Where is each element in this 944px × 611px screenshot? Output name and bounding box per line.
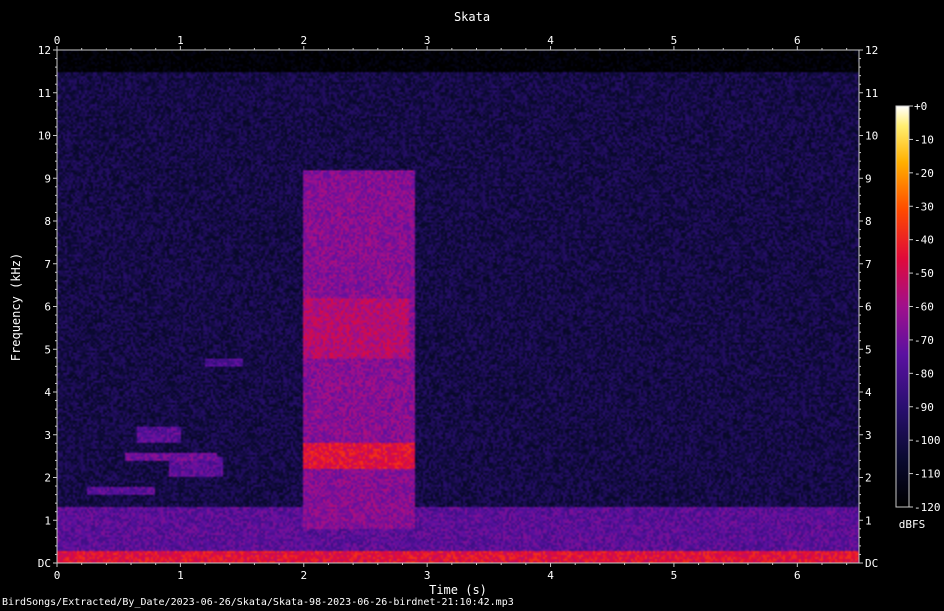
x-tick-label-top: 5 (671, 34, 678, 47)
y-tick-label-right: 9 (865, 172, 872, 185)
colorbar-tick-label: -50 (914, 267, 934, 280)
x-axis-label: Time (s) (429, 583, 487, 597)
y-tick-label: 4 (44, 386, 51, 399)
x-tick-label: 2 (300, 569, 307, 582)
y-tick-label-right: 10 (865, 130, 878, 143)
y-tick-label: 12 (38, 44, 51, 57)
file-path-footer: BirdSongs/Extracted/By_Date/2023-06-26/S… (2, 597, 514, 608)
y-tick-label-right: 12 (865, 44, 878, 57)
colorbar-tick-label: -30 (914, 200, 934, 213)
colorbar-tick-label: -40 (914, 234, 934, 247)
y-axis-left: DC123456789101112 (38, 44, 57, 570)
colorbar-tick-label: -100 (914, 434, 941, 447)
y-tick-label-right: 7 (865, 258, 872, 271)
x-tick-label: 6 (794, 569, 801, 582)
y-tick-label-right: 5 (865, 343, 872, 356)
x-tick-label-top: 1 (177, 34, 184, 47)
y-tick-label: 6 (44, 301, 51, 314)
y-tick-label: 3 (44, 429, 51, 442)
x-tick-label: 4 (547, 569, 554, 582)
y-tick-label: DC (38, 557, 51, 570)
y-tick-label: 9 (44, 172, 51, 185)
x-tick-label: 1 (177, 569, 184, 582)
colorbar-tick-label: -70 (914, 334, 934, 347)
y-tick-label-right: 1 (865, 514, 872, 527)
x-axis-top: 0 1 2 3 4 5 6 (54, 34, 848, 50)
x-tick-label-top: 0 (54, 34, 61, 47)
y-tick-label: 7 (44, 258, 51, 271)
x-tick-label-top: 3 (424, 34, 431, 47)
spectrogram-chart: 0123456 0123456 DC123456789101112 DC1234… (9, 10, 941, 597)
x-axis-bottom: 0 1 2 3 4 5 6 (54, 563, 848, 582)
colorbar-tick-label: -20 (914, 167, 934, 180)
colorbar-tick-label: -120 (914, 501, 941, 514)
x-tick-label-top: 2 (300, 34, 307, 47)
x-tick-label: 0 (54, 569, 61, 582)
colorbar-tick-label: -60 (914, 301, 934, 314)
colorbar-tick-label: -10 (914, 133, 934, 146)
y-axis-right: DC123456789101112 (859, 44, 878, 570)
x-tick-label-top: 4 (547, 34, 554, 47)
x-tick-label: 3 (424, 569, 431, 582)
y-tick-label-right: 8 (865, 215, 872, 228)
chart-title: Skata (454, 10, 490, 24)
colorbar-tick-label: -90 (914, 401, 934, 414)
y-tick-label-right: 3 (865, 429, 872, 442)
colorbar (895, 105, 910, 508)
colorbar-tick-label: +0 (914, 100, 927, 113)
y-tick-label: 1 (44, 514, 51, 527)
y-tick-label-right: DC (865, 557, 878, 570)
y-tick-label-right: 2 (865, 472, 872, 485)
y-tick-label: 11 (38, 87, 51, 100)
colorbar-tick-label: -80 (914, 367, 934, 380)
y-tick-label-right: 11 (865, 87, 878, 100)
spectrogram-heatmap (57, 50, 859, 563)
colorbar-label: dBFS (899, 518, 926, 531)
y-tick-label: 10 (38, 130, 51, 143)
colorbar-tick-label: -110 (914, 468, 941, 481)
y-tick-label: 8 (44, 215, 51, 228)
x-tick-label-top: 6 (794, 34, 801, 47)
y-tick-label-right: 4 (865, 386, 872, 399)
x-tick-label: 5 (671, 569, 678, 582)
y-axis-label: Frequency (kHz) (9, 253, 23, 361)
y-tick-label-right: 6 (865, 301, 872, 314)
y-tick-label: 5 (44, 343, 51, 356)
colorbar-ticks: +0 -10 -20 -30 -40 -50 -60 -70 -80 -90 -100 -110 -12… (909, 100, 941, 514)
y-tick-label: 2 (44, 472, 51, 485)
